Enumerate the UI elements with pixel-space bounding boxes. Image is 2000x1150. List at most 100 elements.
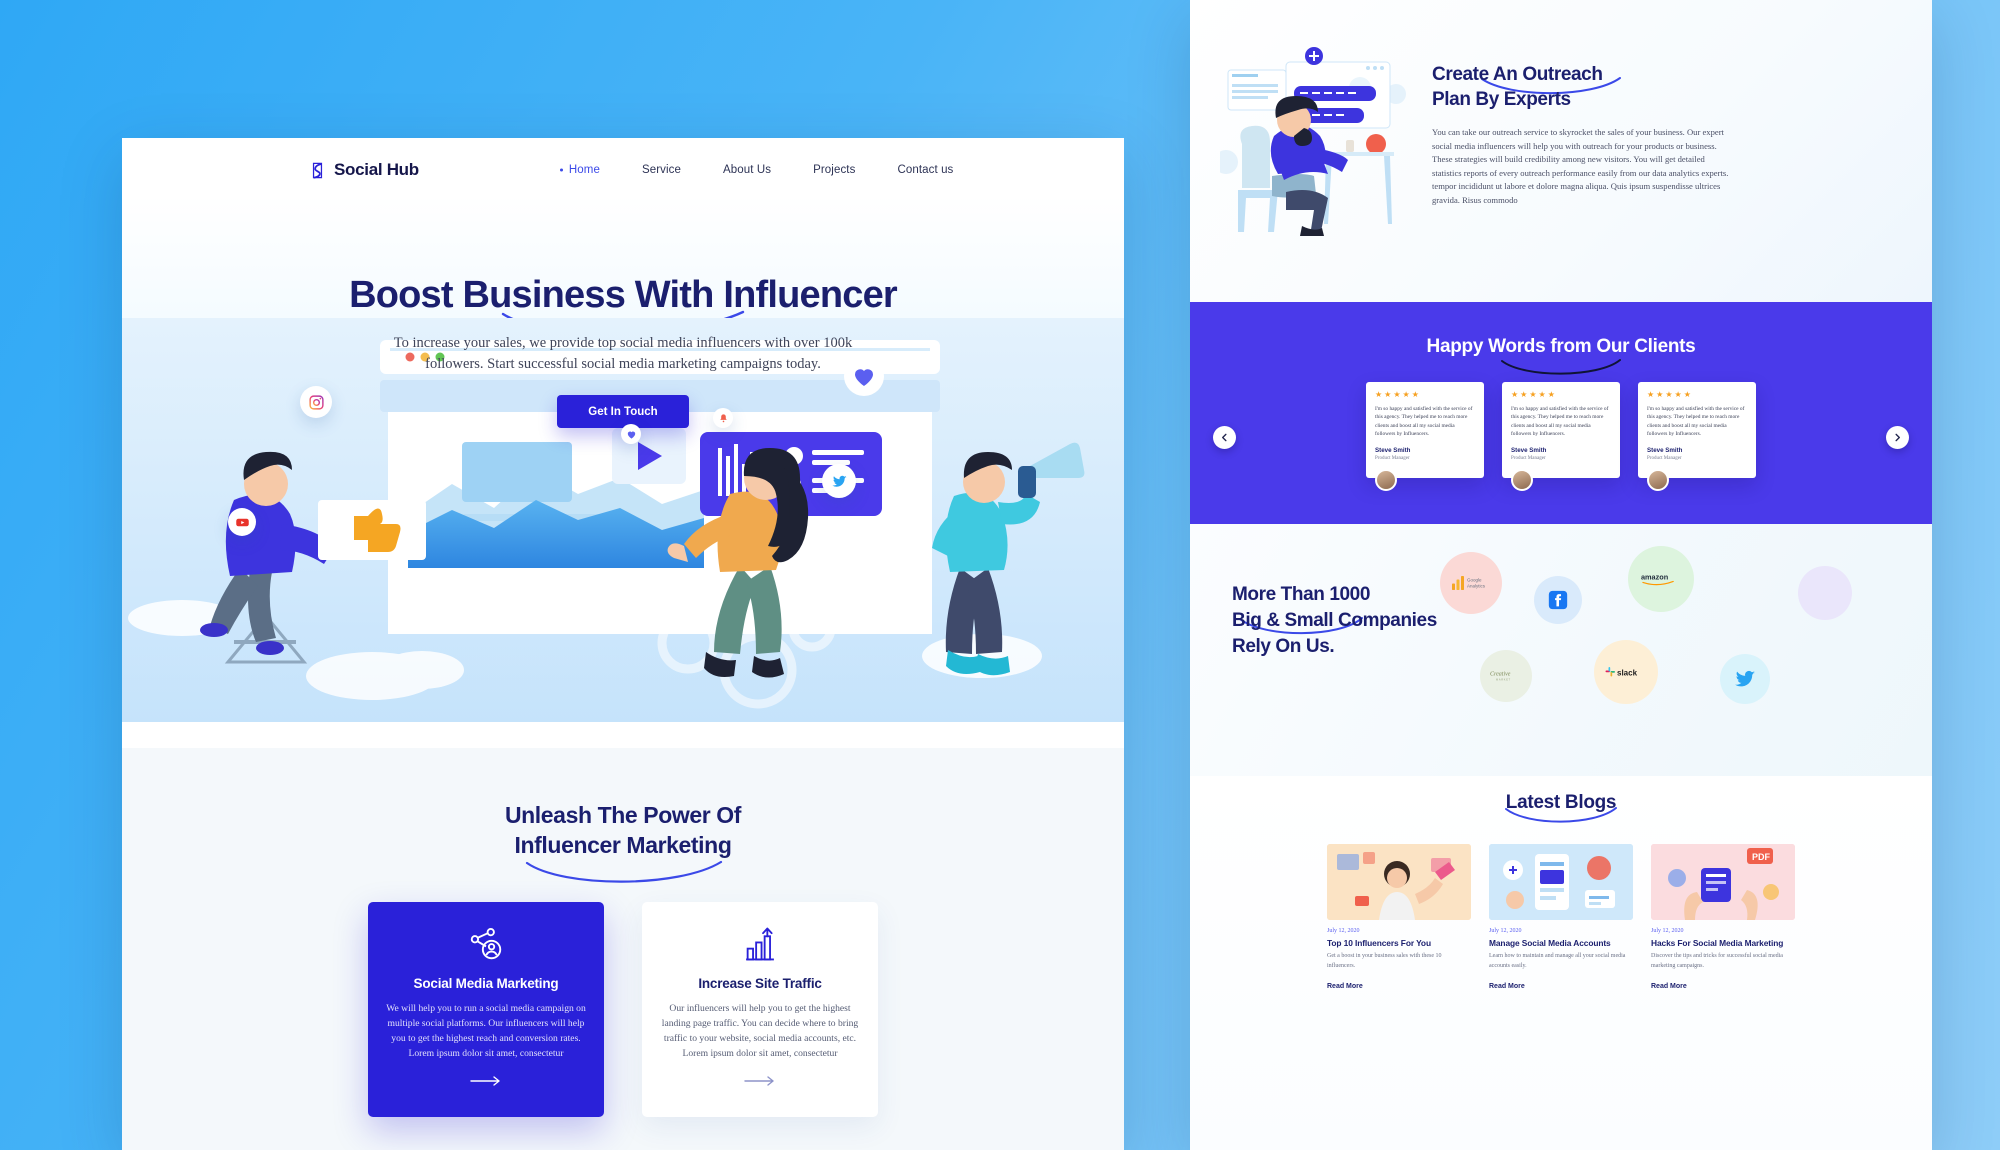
brand-bubble-amazon[interactable]: amazon	[1628, 546, 1694, 612]
blog-description: Discover the tips and tricks for success…	[1651, 953, 1783, 969]
read-more-link[interactable]: Read More	[1327, 983, 1471, 990]
nav-link-service[interactable]: Service	[642, 164, 681, 176]
blog-card[interactable]: July 12, 2020 Manage Social Media Accoun…	[1489, 844, 1633, 990]
clients-title-line3: Rely On Us.	[1232, 636, 1335, 657]
blog-card[interactable]: PDF July 12, 2020 Hacks For Social Media…	[1651, 844, 1795, 990]
svg-text:amazon: amazon	[1641, 572, 1669, 581]
blogs-title: Latest Blogs	[1505, 792, 1617, 813]
amazon-logo: amazon	[1641, 572, 1674, 586]
underline-swoosh	[1501, 359, 1621, 375]
testimonial-quote: I'm so happy and satisfied with the serv…	[1375, 406, 1473, 438]
feature-card-title: Social Media Marketing	[413, 976, 559, 991]
brand-bubble-slack[interactable]: slack	[1594, 640, 1658, 704]
bell-icon	[713, 408, 733, 428]
blog-description: Learn how to maintain and manage all you…	[1489, 953, 1626, 969]
chevron-left-icon	[1222, 433, 1227, 442]
youtube-icon[interactable]	[228, 508, 256, 536]
hands-with-devices-thumbnail: PDF	[1651, 844, 1795, 920]
blog-date: July 12, 2020	[1489, 928, 1522, 934]
avatar	[1375, 469, 1397, 491]
social-hub-logo-icon	[312, 162, 323, 178]
features-title-line1: Unleash The Power Of	[504, 802, 742, 828]
blog-title: Hacks For Social Media Marketing	[1651, 938, 1784, 948]
outreach-title-line1: Create An Outreach	[1432, 64, 1603, 85]
testimonial-author-name: Steve Smith	[1647, 446, 1683, 454]
bar-chart-growth-icon	[660, 924, 860, 964]
svg-text:Creative: Creative	[1490, 672, 1511, 678]
blog-description: Get a boost in your business sales with …	[1327, 953, 1442, 969]
feature-card-increase-site-traffic[interactable]: Increase Site Traffic Our influencers wi…	[642, 902, 878, 1117]
woman-with-megaphone-thumbnail	[1327, 844, 1471, 920]
testimonial-quote: I'm so happy and satisfied with the serv…	[1511, 406, 1609, 438]
facebook-logo	[1548, 590, 1568, 610]
youtube-glyph	[235, 518, 249, 526]
left-mockup-page: Social Hub Home Service About Us Project…	[122, 138, 1124, 1150]
navbar: Social Hub Home Service About Us Project…	[122, 144, 1124, 196]
testimonial-card[interactable]: ★★★★★ I'm so happy and satisfied with th…	[1638, 382, 1756, 491]
svg-text:MARKET: MARKET	[1496, 679, 1511, 682]
feature-card-body: We will help you to run a social media c…	[386, 1003, 586, 1059]
testimonial-card[interactable]: ★★★★★ I'm so happy and satisfied with th…	[1502, 382, 1620, 491]
creative-market-logo: Creative MARKET	[1490, 672, 1511, 682]
get-in-touch-button[interactable]: Get In Touch	[557, 395, 689, 428]
nav-link-projects[interactable]: Projects	[813, 164, 855, 176]
testimonial-author-role: Product Manager	[1375, 455, 1410, 461]
share-network-user-icon	[386, 924, 586, 964]
nav-link-home[interactable]: Home	[569, 164, 600, 176]
outreach-title-line2: Plan By Experts	[1432, 89, 1571, 110]
twitter-logo	[1735, 670, 1755, 687]
bell-glyph	[719, 413, 727, 422]
svg-text:slack: slack	[1617, 669, 1638, 678]
man-at-desk-outreach-illustration	[1220, 47, 1406, 236]
read-more-link[interactable]: Read More	[1489, 983, 1633, 990]
arrow-right-icon[interactable]	[660, 1075, 860, 1087]
rating-stars: ★★★★★	[1647, 390, 1693, 399]
brand-logo[interactable]: Social Hub	[308, 160, 419, 180]
slack-logo: slack	[1605, 667, 1638, 678]
twitter-icon[interactable]	[822, 464, 856, 498]
blog-date: July 12, 2020	[1327, 928, 1360, 934]
blog-title: Manage Social Media Accounts	[1489, 938, 1611, 948]
testimonials-section: Happy Words from Our Clients ★★★★★ I'm s…	[1190, 302, 1932, 524]
testimonial-next-button[interactable]	[1886, 426, 1909, 449]
instagram-glyph	[308, 394, 324, 410]
testimonial-author-role: Product Manager	[1647, 455, 1682, 461]
testimonials-title: Happy Words from Our Clients	[1426, 336, 1696, 357]
social-dashboard-thumbnail	[1489, 844, 1633, 920]
outreach-title: Create An Outreach Plan By Experts	[1432, 62, 1898, 112]
brand-bubble-partner[interactable]	[1798, 566, 1852, 620]
testimonial-quote: I'm so happy and satisfied with the serv…	[1647, 406, 1745, 438]
read-more-link[interactable]: Read More	[1651, 983, 1795, 990]
blog-card[interactable]: July 12, 2020 Top 10 Influencers For You…	[1327, 844, 1471, 990]
rating-stars: ★★★★★	[1511, 390, 1557, 399]
testimonial-card[interactable]: ★★★★★ I'm so happy and satisfied with th…	[1366, 382, 1484, 491]
heart-icon	[621, 424, 641, 444]
avatar	[1647, 469, 1669, 491]
outreach-text-block: Create An Outreach Plan By Experts You c…	[1432, 40, 1898, 208]
svg-text:Google: Google	[1467, 578, 1482, 583]
testimonial-author-name: Steve Smith	[1511, 446, 1547, 454]
svg-text:Analytics: Analytics	[1467, 584, 1486, 589]
testimonial-author-name: Steve Smith	[1375, 446, 1411, 454]
nav-link-about-us[interactable]: About Us	[723, 164, 771, 176]
brand-bubble-creative-market[interactable]: Creative MARKET	[1480, 650, 1532, 702]
feature-card-social-media-marketing[interactable]: Social Media Marketing We will help you …	[368, 902, 604, 1117]
features-title: Unleash The Power Of Influencer Marketin…	[122, 748, 1124, 860]
svg-text:PDF: PDF	[1752, 852, 1771, 862]
chevron-right-icon	[1895, 433, 1900, 442]
google-analytics-logo: Google Analytics	[1452, 576, 1486, 590]
testimonial-cards: ★★★★★ I'm so happy and satisfied with th…	[1190, 382, 1932, 491]
arrow-right-icon[interactable]	[386, 1075, 586, 1087]
instagram-icon[interactable]	[300, 386, 332, 418]
features-title-line2: Influencer Marketing	[514, 832, 732, 858]
hero-subtitle: To increase your sales, we provide top s…	[393, 335, 853, 372]
feature-cards: Social Media Marketing We will help you …	[122, 902, 1124, 1117]
blog-date: July 12, 2020	[1651, 928, 1684, 934]
brand-bubble-twitter[interactable]	[1720, 654, 1770, 704]
testimonial-prev-button[interactable]	[1213, 426, 1236, 449]
brand-bubble-facebook[interactable]	[1534, 576, 1582, 624]
rating-stars: ★★★★★	[1375, 390, 1421, 399]
nav-link-contact-us[interactable]: Contact us	[897, 164, 953, 176]
outreach-body: You can take our outreach service to sky…	[1432, 127, 1729, 205]
brand-bubble-google-analytics[interactable]: Google Analytics	[1440, 552, 1502, 614]
